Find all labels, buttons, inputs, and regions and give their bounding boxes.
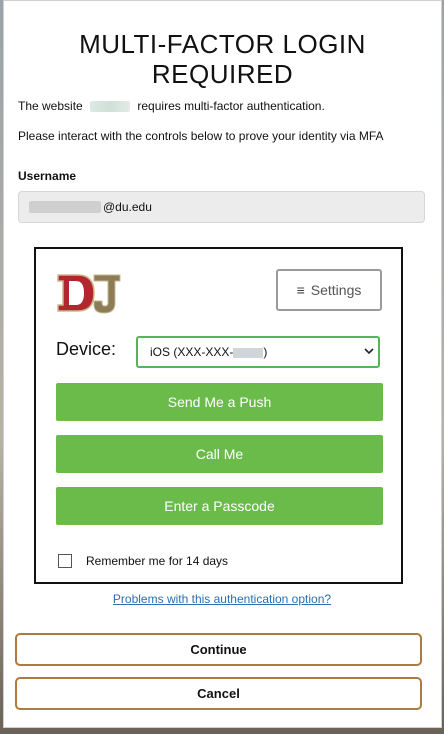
website-notice: The website requires multi-factor authen… (18, 99, 441, 113)
device-label: Device: (56, 339, 117, 359)
device-value-prefix: iOS (XXX-XXX- (150, 345, 234, 359)
instructions-text: Please interact with the controls below … (18, 129, 384, 143)
username-domain: @du.edu (103, 200, 152, 214)
mfa-frame: ≡ Settings Device: iOS (XXX-XXX-) Send M… (34, 247, 403, 584)
menu-icon: ≡ (296, 282, 305, 298)
username-field: @du.edu (18, 191, 425, 223)
remember-label: Remember me for 14 days (86, 554, 229, 568)
continue-button[interactable]: Continue (15, 633, 422, 666)
device-select[interactable]: iOS (XXX-XXX-) (136, 336, 380, 368)
remember-checkbox[interactable] (58, 554, 72, 568)
username-label: Username (18, 169, 77, 183)
website-prefix: The website (18, 99, 83, 113)
remember-option: Remember me for 14 days (58, 554, 228, 568)
website-suffix: requires multi-factor authentication. (137, 99, 325, 113)
send-push-button[interactable]: Send Me a Push (56, 383, 383, 421)
problems-link[interactable]: Problems with this authentication option… (0, 592, 444, 606)
settings-label: Settings (310, 282, 362, 298)
device-number-redacted (233, 347, 264, 358)
website-name-redacted (90, 101, 131, 113)
device-value: iOS (XXX-XXX-) (150, 345, 360, 359)
settings-button[interactable]: ≡ Settings (276, 269, 382, 311)
page-title: MULTI-FACTOR LOGIN REQUIRED (79, 29, 366, 89)
device-value-suffix: ) (263, 345, 268, 359)
cancel-button[interactable]: Cancel (15, 677, 422, 710)
call-me-button[interactable]: Call Me (56, 435, 383, 473)
username-redacted (29, 201, 101, 213)
chevron-down-icon (360, 346, 378, 358)
du-logo (54, 269, 124, 317)
enter-passcode-button[interactable]: Enter a Passcode (56, 487, 383, 525)
